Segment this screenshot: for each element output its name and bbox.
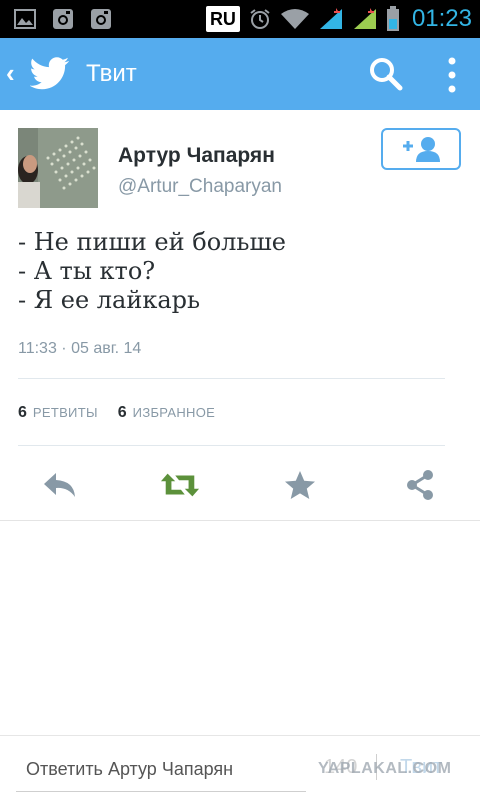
- tweet-line: - Не пиши ей больше: [18, 228, 286, 256]
- share-button[interactable]: [400, 465, 440, 505]
- divider: [18, 445, 445, 446]
- image-icon: [14, 9, 36, 29]
- tweet-card: Артур Чапарян @Artur_Chaparyan - Не пиши…: [0, 110, 480, 521]
- clock: 01:23: [411, 5, 472, 32]
- tweet-stats: 6 РЕТВИТЫ 6 ИЗБРАННОЕ: [18, 404, 235, 422]
- favorites-label[interactable]: ИЗБРАННОЕ: [133, 405, 215, 420]
- signal-2-icon: [353, 8, 376, 29]
- avatar-image: [18, 128, 98, 208]
- retweet-button[interactable]: [160, 465, 200, 505]
- retweet-icon: [160, 473, 200, 497]
- app-bar-title: Твит: [86, 60, 137, 87]
- wifi-icon: [280, 9, 309, 29]
- avatar[interactable]: [18, 128, 98, 208]
- overflow-menu-icon[interactable]: [446, 56, 458, 94]
- author-name[interactable]: Артур Чапарян: [118, 144, 275, 168]
- tweet-text: - Не пиши ей больше - А ты кто? - Я ее л…: [18, 228, 458, 315]
- tweet-timestamp: 11:33 · 05 авг. 14: [18, 340, 142, 357]
- retweets-count[interactable]: 6: [18, 404, 27, 422]
- share-icon: [407, 470, 433, 500]
- battery-icon: [386, 6, 399, 31]
- instagram-icon: [91, 9, 111, 29]
- back-chevron-icon[interactable]: ‹: [6, 60, 15, 86]
- reply-bar: 140 Твит YAPLAKAL.COM: [0, 735, 480, 801]
- add-user-icon: [403, 137, 440, 162]
- status-bar: RU 01:23: [0, 0, 480, 38]
- twitter-bird-icon[interactable]: [30, 56, 70, 92]
- reply-icon: [44, 473, 75, 497]
- author-handle[interactable]: @Artur_Chaparyan: [118, 176, 282, 198]
- divider: [18, 378, 445, 379]
- favorite-button[interactable]: [280, 465, 320, 505]
- reply-input[interactable]: [16, 748, 306, 792]
- alarm-icon: [250, 9, 270, 29]
- app-bar: ‹ Твит: [0, 38, 480, 110]
- follow-button[interactable]: [381, 128, 461, 170]
- tweet-line: - Я ее лайкарь: [18, 286, 201, 314]
- reply-button[interactable]: [40, 465, 80, 505]
- tweet-actions: [0, 465, 480, 505]
- instagram-icon: [53, 9, 73, 29]
- favorites-count[interactable]: 6: [118, 404, 127, 422]
- search-icon[interactable]: [368, 56, 404, 92]
- retweets-label[interactable]: РЕТВИТЫ: [33, 405, 98, 420]
- watermark: YAPLAKAL.COM: [318, 760, 452, 777]
- favorite-icon: [285, 471, 315, 499]
- tweet-line: - А ты кто?: [18, 257, 156, 285]
- language-badge: RU: [205, 6, 240, 32]
- signal-1-icon: [319, 8, 342, 29]
